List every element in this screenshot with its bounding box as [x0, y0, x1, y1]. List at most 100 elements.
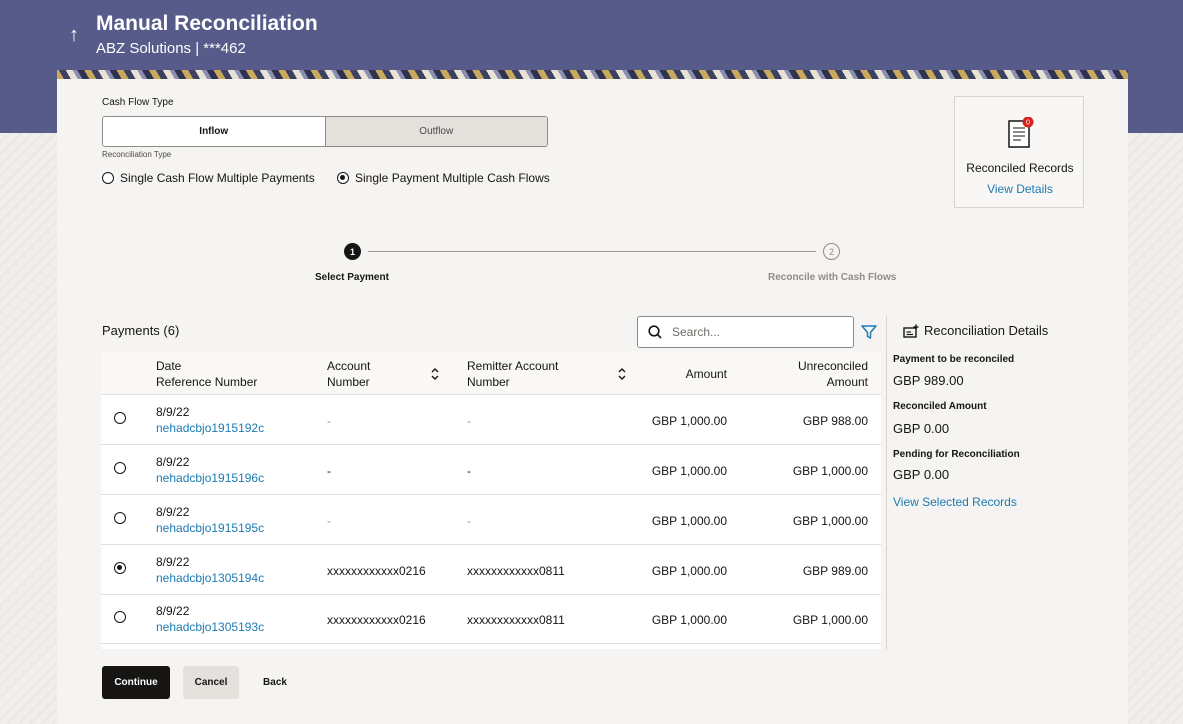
step-1-label: Select Payment [315, 272, 389, 283]
col-date: Date Reference Number [156, 358, 257, 390]
table-row[interactable]: 8/9/22 nehadcbjo1915192c - - GBP 1,000.0… [101, 395, 881, 445]
col-date-label: Date [156, 359, 182, 373]
cancel-button[interactable]: Cancel [183, 666, 239, 699]
table-row[interactable]: 8/9/22 nehadcbjo1915196c - - GBP 1,000.0… [101, 445, 881, 495]
step-2-indicator: 2 [823, 243, 840, 260]
row-remitter: xxxxxxxxxxxx0811 [467, 613, 565, 627]
back-arrow-icon[interactable]: ↑ [64, 24, 84, 47]
row-reference-link[interactable]: nehadcbjo1915195c [156, 521, 264, 535]
decorative-banner [57, 70, 1128, 79]
reconciled-amount-value: GBP 0.00 [893, 421, 950, 436]
row-date: 8/9/22 [156, 505, 190, 519]
row-remitter: xxxxxxxxxxxx0811 [467, 564, 565, 578]
filter-icon[interactable] [860, 323, 878, 341]
reconciliation-icon [903, 324, 919, 338]
payments-title: Payments (6) [102, 323, 180, 338]
row-radio[interactable] [114, 462, 126, 474]
col-ref-label: Reference Number [156, 375, 258, 389]
radio-button[interactable] [102, 172, 114, 184]
col-account: Account Number [327, 358, 370, 390]
pending-value: GBP 0.00 [893, 467, 950, 482]
row-amount: GBP 1,000.00 [651, 464, 727, 478]
col-unreconciled-label-2: Amount [826, 375, 868, 389]
row-unreconciled: GBP 1,000.00 [792, 514, 868, 528]
col-account-label-1: Account [327, 359, 371, 373]
row-remitter: - [467, 514, 471, 528]
reconciled-records-widget: 0 Reconciled Records View Details [954, 96, 1084, 208]
radio-label: Single Cash Flow Multiple Payments [120, 171, 315, 185]
table-row-selected[interactable]: 8/9/22 nehadcbjo1305194c xxxxxxxxxxxx021… [101, 545, 881, 595]
row-account: - [327, 414, 331, 428]
row-radio-checked[interactable] [114, 562, 126, 574]
records-count-badge: 0 [1026, 120, 1030, 127]
row-remitter: - [467, 414, 471, 428]
row-unreconciled: GBP 1,000.00 [792, 464, 868, 478]
row-unreconciled: GBP 1,000.00 [792, 613, 868, 627]
view-details-link[interactable]: View Details [955, 182, 1085, 196]
cash-flow-type-toggle: Inflow Outflow [102, 116, 548, 147]
reconciled-records-title: Reconciled Records [966, 161, 1074, 175]
radio-button-checked[interactable] [337, 172, 349, 184]
col-amount: Amount [685, 367, 727, 381]
table-row[interactable]: 8/9/22 nehadcbjo1305193c xxxxxxxxxxxx021… [101, 594, 881, 644]
view-selected-records-link[interactable]: View Selected Records [893, 495, 1017, 509]
panel-divider [886, 316, 887, 650]
search-input[interactable] [672, 325, 842, 339]
cash-flow-type-label: Cash Flow Type [102, 97, 174, 108]
row-date: 8/9/22 [156, 555, 190, 569]
table-header: Date Reference Number Account Number Rem… [101, 351, 881, 395]
outflow-option[interactable]: Outflow [324, 117, 547, 146]
row-account: xxxxxxxxxxxx0216 [327, 613, 426, 627]
inflow-option[interactable]: Inflow [103, 117, 325, 146]
sort-icon[interactable] [430, 367, 440, 381]
col-unreconciled: Unreconciled Amount [798, 358, 868, 390]
row-amount: GBP 1,000.00 [651, 564, 727, 578]
reconciliation-details-title: Reconciliation Details [924, 323, 1049, 338]
document-icon: 0 [1008, 117, 1034, 148]
pending-label: Pending for Reconciliation [893, 449, 1020, 460]
search-icon [648, 325, 662, 339]
table-row[interactable]: 8/9/22 nehadcbjo1915195c - - GBP 1,000.0… [101, 495, 881, 545]
row-reference-link[interactable]: nehadcbjo1305193c [156, 620, 264, 634]
row-date: 8/9/22 [156, 455, 190, 469]
row-reference-link[interactable]: nehadcbjo1305194c [156, 571, 264, 585]
row-amount: GBP 1,000.00 [651, 514, 727, 528]
row-unreconciled: GBP 988.00 [802, 414, 868, 428]
payment-to-reconcile-value: GBP 989.00 [893, 373, 964, 388]
row-radio[interactable] [114, 611, 126, 623]
back-button[interactable]: Back [252, 666, 298, 699]
row-account: - [327, 514, 331, 528]
row-amount: GBP 1,000.00 [651, 613, 727, 627]
page-title: Manual Reconciliation [96, 12, 318, 35]
payment-to-reconcile-label: Payment to be reconciled [893, 354, 1015, 365]
reconciliation-details-header: Reconciliation Details [903, 323, 1048, 338]
search-box [637, 316, 854, 348]
radio-single-cash-flow[interactable]: Single Cash Flow Multiple Payments [102, 171, 315, 185]
step-2-label: Reconcile with Cash Flows [768, 272, 897, 283]
radio-single-payment[interactable]: Single Payment Multiple Cash Flows [337, 171, 550, 185]
row-account: xxxxxxxxxxxx0216 [327, 564, 426, 578]
sort-icon[interactable] [617, 367, 627, 381]
row-reference-link[interactable]: nehadcbjo1915192c [156, 421, 264, 435]
reconciled-amount-label: Reconciled Amount [893, 401, 987, 412]
stepper-line [368, 251, 816, 252]
col-remitter: Remitter Account Number [467, 358, 558, 390]
continue-button[interactable]: Continue [102, 666, 170, 699]
row-reference-link[interactable]: nehadcbjo1915196c [156, 471, 264, 485]
row-amount: GBP 1,000.00 [651, 414, 727, 428]
row-radio[interactable] [114, 512, 126, 524]
row-date: 8/9/22 [156, 604, 190, 618]
radio-label: Single Payment Multiple Cash Flows [355, 171, 550, 185]
col-unreconciled-label-1: Unreconciled [797, 359, 868, 373]
row-unreconciled: GBP 989.00 [802, 564, 868, 578]
row-date: 8/9/22 [156, 405, 190, 419]
row-radio[interactable] [114, 412, 126, 424]
col-remitter-label-1: Remitter Account [467, 359, 559, 373]
payments-table: Date Reference Number Account Number Rem… [101, 351, 881, 649]
col-account-label-2: Number [327, 375, 370, 389]
row-remitter: - [467, 464, 471, 478]
reconciliation-type-label: Reconciliation Type [102, 150, 172, 159]
step-1-indicator: 1 [344, 243, 361, 260]
row-account: - [327, 464, 331, 478]
page-subtitle: ABZ Solutions | ***462 [96, 40, 246, 57]
